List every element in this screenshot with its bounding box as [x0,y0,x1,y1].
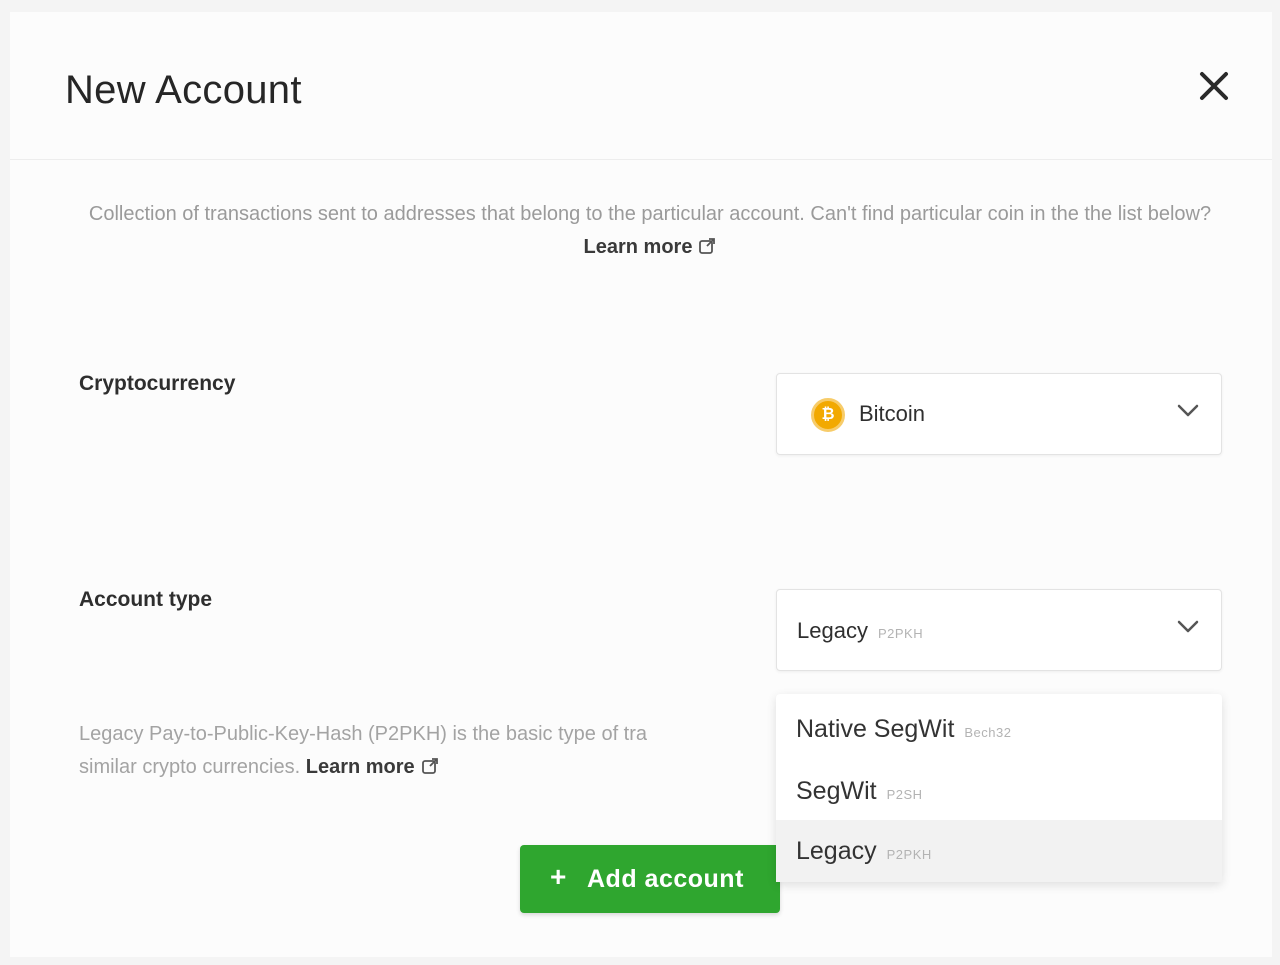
account-type-value-tag: P2PKH [877,626,924,641]
option-name: Native SegWit [796,715,955,743]
option-label: Native SegWit Bech32 [796,715,1011,744]
option-tag: P2SH [886,787,923,802]
cryptocurrency-select[interactable]: ₿ Bitcoin [776,373,1222,455]
dialog-header: New Account [10,12,1272,160]
new-account-dialog: New Account Collection of transactions s… [10,12,1272,957]
option-name: Legacy [796,837,877,865]
account-type-help: Legacy Pay-to-Public-Key-Hash (P2PKH) is… [79,718,779,788]
option-native-segwit[interactable]: Native SegWit Bech32 [776,698,1222,760]
option-tag: Bech32 [964,725,1012,740]
option-tag: P2PKH [886,847,932,862]
help-line-1: Legacy Pay-to-Public-Key-Hash (P2PKH) is… [79,723,648,745]
learn-more-link[interactable]: Learn more [584,236,693,258]
option-segwit[interactable]: SegWit P2SH [776,760,1222,822]
help-line-2: similar crypto currencies. Learn more [79,751,779,786]
cryptocurrency-value: Bitcoin [859,401,926,426]
close-icon[interactable] [1194,66,1234,106]
bitcoin-icon: ₿ [811,398,845,432]
help-line-2-text: similar crypto currencies. [79,756,301,778]
chevron-down-icon [1177,404,1199,423]
add-account-button[interactable]: + Add account [520,845,780,913]
description-text: Collection of transactions sent to addre… [88,203,1212,225]
account-type-label: Account type [79,588,213,611]
option-label: SegWit P2SH [796,777,923,806]
external-link-icon[interactable] [698,233,716,266]
option-label: Legacy P2PKH [796,837,932,866]
chevron-down-icon [1177,620,1199,639]
cryptocurrency-label: Cryptocurrency [79,372,236,395]
account-type-value: Legacy P2PKH [797,618,923,644]
account-type-value-name: Legacy [797,618,868,643]
account-type-dropdown: Native SegWit Bech32 SegWit P2SH Legacy P2P… [776,694,1222,882]
plus-icon: + [550,861,567,892]
external-link-icon[interactable] [421,753,439,786]
dialog-description: Collection of transactions sent to addre… [80,198,1220,266]
help-learn-more-link[interactable]: Learn more [306,756,415,778]
dialog-title: New Account [65,68,302,112]
option-legacy[interactable]: Legacy P2PKH [776,820,1222,882]
account-type-select[interactable]: Legacy P2PKH [776,589,1222,671]
option-name: SegWit [796,777,877,805]
add-account-label: Add account [587,865,744,893]
